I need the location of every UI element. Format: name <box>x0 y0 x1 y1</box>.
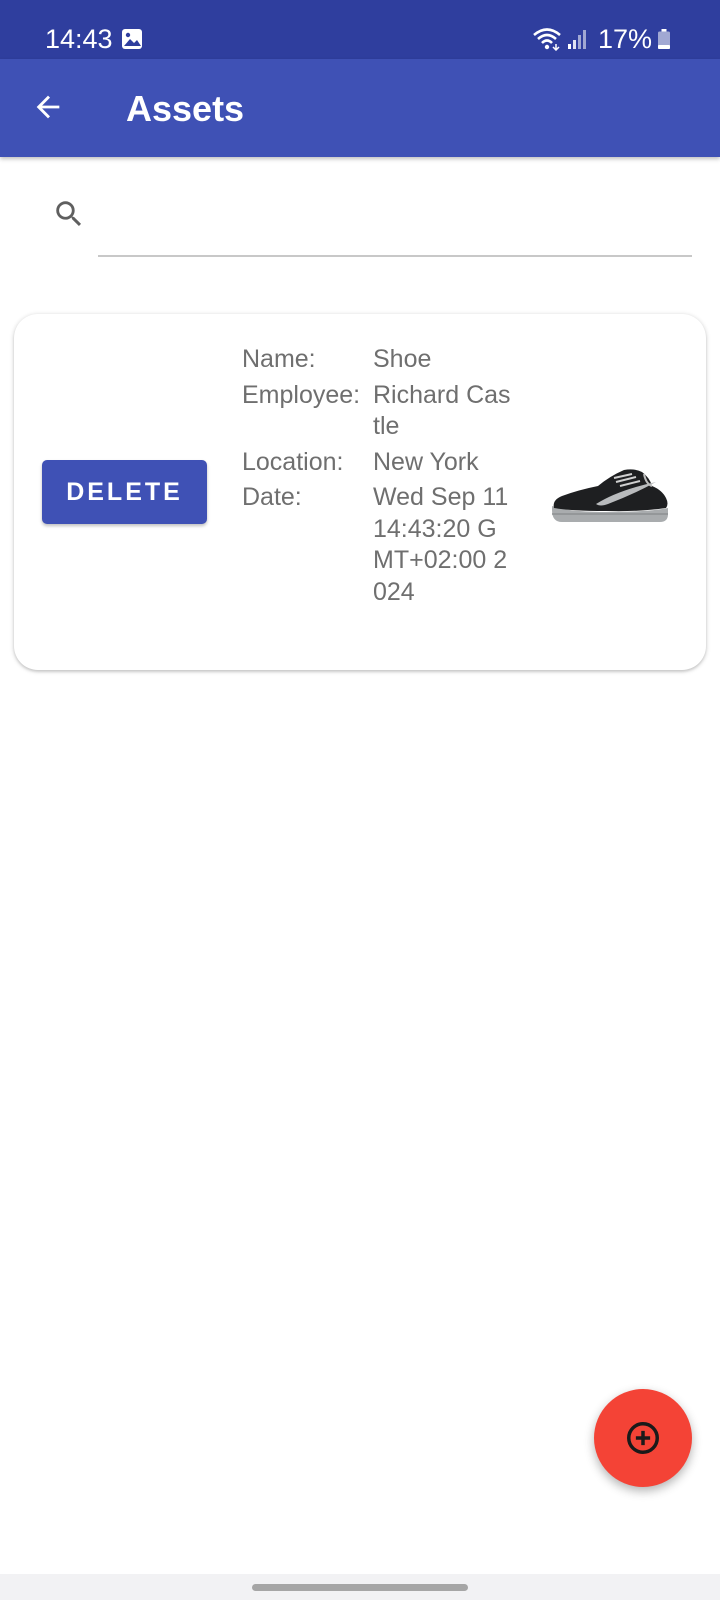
page-title: Assets <box>126 88 245 129</box>
location-value: New York <box>373 447 479 476</box>
status-bar: 14:43 17% <box>0 0 720 59</box>
employee-value: Richard Castle <box>373 380 511 441</box>
gallery-icon <box>122 29 142 49</box>
add-asset-button[interactable] <box>594 1389 692 1487</box>
employee-label: Employee: <box>242 380 361 409</box>
wifi-icon <box>533 28 561 51</box>
search-input[interactable] <box>98 195 692 257</box>
asset-details: Name: Shoe Employee: Richard Castle Loca… <box>242 344 522 612</box>
detail-row-location: Location: New York <box>242 447 522 479</box>
shoe-image <box>552 469 668 522</box>
asset-card: DELETE Name: Shoe Employee: Richard Cast… <box>14 314 706 670</box>
search-icon <box>56 201 82 227</box>
navigation-bar <box>0 1574 720 1600</box>
arrow-left-icon <box>36 95 60 119</box>
detail-row-employee: Employee: Richard Castle <box>242 380 522 443</box>
date-value: Wed Sep 11 14:43:20 GMT+02:00 2024 <box>373 483 509 606</box>
screen: 14:43 17% Assets DELETE Name: Shoe Emplo… <box>0 0 720 1600</box>
home-handle[interactable] <box>252 1584 468 1591</box>
detail-row-date: Date: Wed Sep 11 14:43:20 GMT+02:00 2024 <box>242 482 522 608</box>
status-time: 14:43 <box>45 24 113 54</box>
signal-icon <box>567 30 586 49</box>
add-circle-icon <box>627 1422 659 1454</box>
detail-row-name: Name: Shoe <box>242 344 522 376</box>
name-value: Shoe <box>373 345 432 373</box>
status-icons: 17% <box>532 22 670 56</box>
back-button[interactable] <box>26 85 70 129</box>
date-label: Date: <box>242 483 302 511</box>
name-label: Name: <box>242 345 316 373</box>
app-bar: Assets <box>0 59 720 157</box>
location-label: Location: <box>242 447 344 476</box>
delete-button[interactable]: DELETE <box>42 460 207 524</box>
battery-icon <box>658 29 670 49</box>
battery-percent: 17% <box>597 23 652 54</box>
